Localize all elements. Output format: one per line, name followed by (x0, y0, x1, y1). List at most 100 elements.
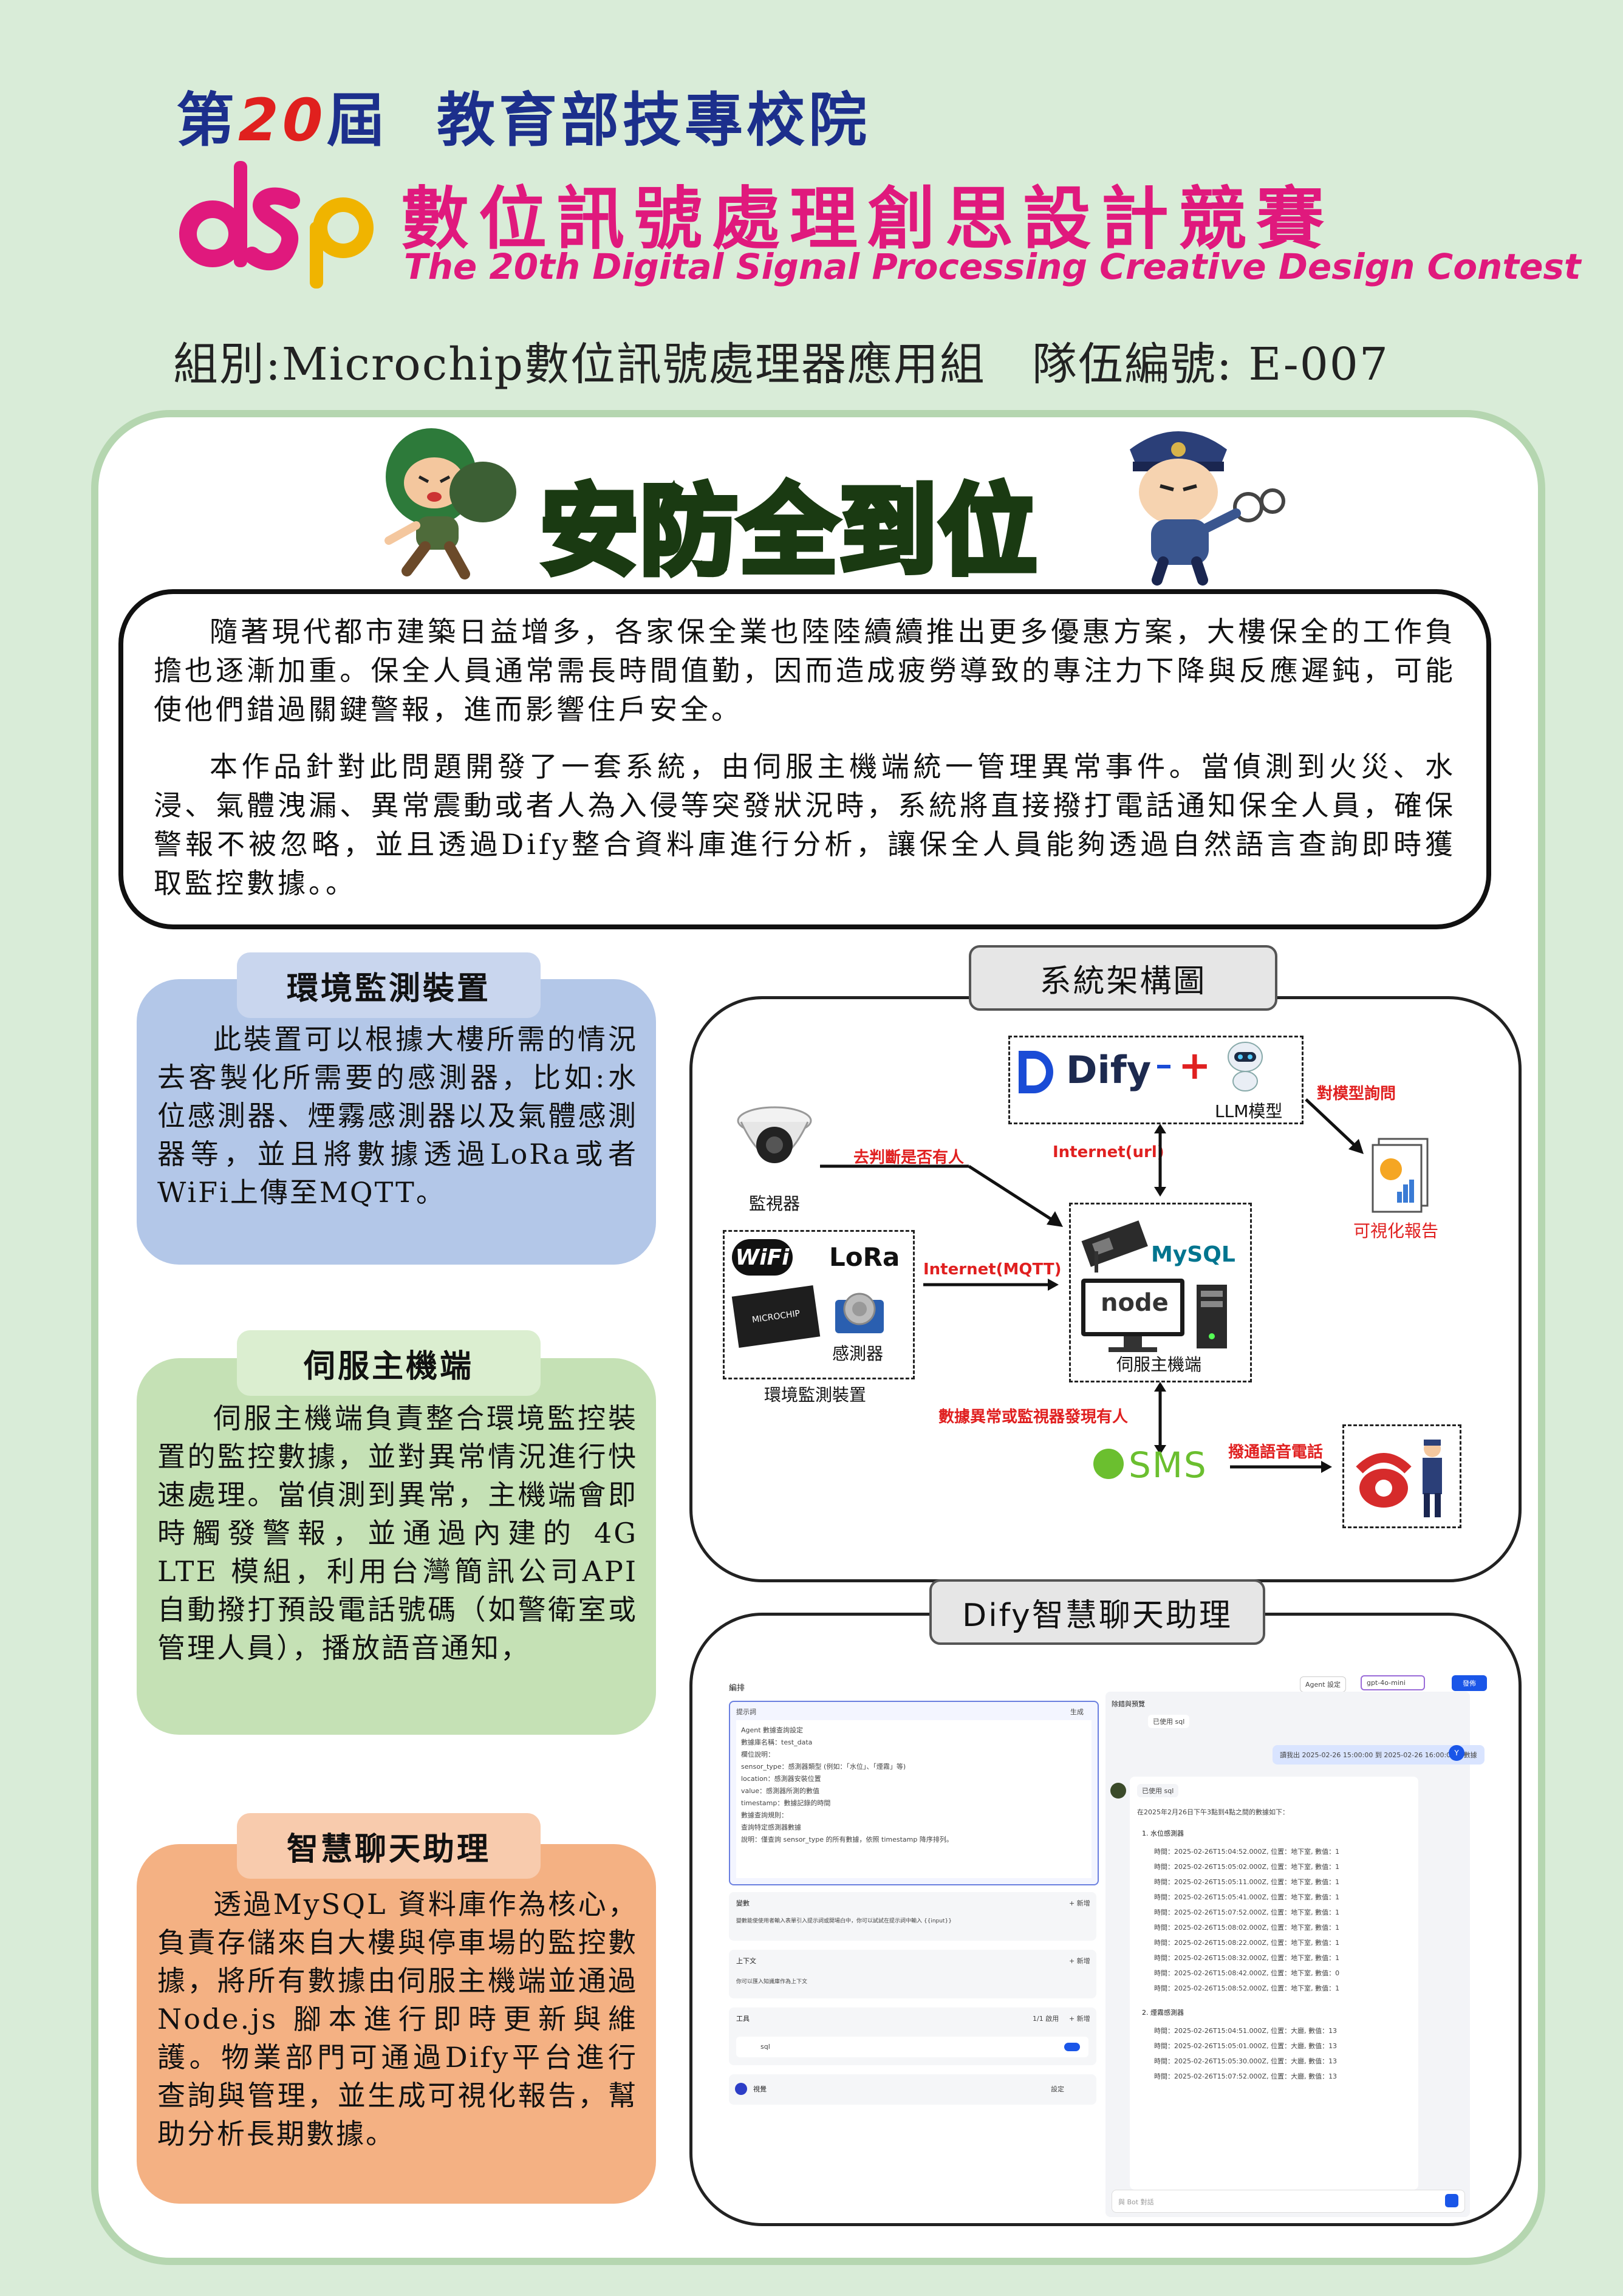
chat-assistant-screenshot: 編排 Agent 設定 gpt-4o-mini 發佈 提示詞 生成 Agent … (689, 1613, 1522, 2226)
water-data-row: 時間：2025-02-26T15:05:02.000Z, 位置：地下室, 數值：… (1154, 1863, 1340, 1871)
smoke-data-row: 時間：2025-02-26T15:05:30.000Z, 位置：大廳, 數值：1… (1154, 2057, 1338, 2065)
panel-chat-assistant: 透過MySQL 資料庫作為核心，負責存儲來自大樓與停車場的監控數據，將所有數據由… (137, 1844, 656, 2204)
tools-title: 工具 (736, 2015, 750, 2023)
architecture-title: 系統架構圖 (969, 945, 1277, 1011)
tool-item-sql[interactable]: sql (736, 2037, 1088, 2057)
variables-section: 變數 + 新增 變數能使使用者輸入表單引入提示詞或開場白中，你可以試試在提示詞中… (729, 1892, 1096, 1941)
bot-answer: 已使用 sql 在2025年2月26日下午3點到4點之間的數據如下： 1. 水位… (1130, 1777, 1418, 2190)
used-sql-badge[interactable]: 已使用 sql (1148, 1715, 1190, 1728)
variables-add-button[interactable]: + 新增 (1069, 1898, 1090, 1908)
prompt-line: 查詢特定感測器數據 (741, 1823, 801, 1831)
prompt-text-area[interactable]: Agent 數據查詢設定 數據庫名稱：test_data 欄位說明： senso… (736, 1720, 1092, 1878)
prompt-line: 數據查詢規則： (741, 1811, 788, 1819)
intro-paragraph-1: 隨著現代都市建築日益增多，各家保全業也陸陸續續推出更多優惠方案，大樓保全的工作負… (154, 615, 1456, 726)
tool-toggle[interactable] (1064, 2043, 1080, 2051)
water-data-row: 時間：2025-02-26T15:08:42.000Z, 位置：地下室, 數值：… (1154, 1969, 1340, 1977)
server-label: 伺服主機端 (1116, 1355, 1202, 1375)
prompt-line: location：感測器安裝位置 (741, 1775, 821, 1783)
phone-guard-icon (1356, 1440, 1442, 1517)
intro-paragraph-2: 本作品針對此問題開發了一套系統，由伺服主機端統一管理異常事件。當偵測到火災、水浸… (154, 750, 1456, 900)
water-data-row: 時間：2025-02-26T15:08:52.000Z, 位置：地下室, 數值：… (1154, 1984, 1340, 1992)
send-icon[interactable] (1445, 2194, 1458, 2207)
prompt-line: Agent 數據查詢設定 (741, 1726, 804, 1734)
prompt-line: timestamp：數據記錄的時間 (741, 1799, 831, 1807)
edition-suffix: 屆 (326, 86, 389, 154)
water-data-row: 時間：2025-02-26T15:07:52.000Z, 位置：地下室, 數值：… (1154, 1908, 1340, 1916)
dify-label: Dify (1066, 1048, 1152, 1092)
variables-title: 變數 (736, 1899, 750, 1907)
water-data-row: 時間：2025-02-26T15:05:41.000Z, 位置：地下室, 數值：… (1154, 1893, 1340, 1901)
camera-icon (737, 1106, 812, 1163)
env-device-label: 環境監測裝置 (764, 1385, 867, 1405)
agent-settings-button[interactable]: Agent 設定 (1300, 1676, 1347, 1692)
prompt-editor[interactable]: 提示詞 生成 Agent 數據查詢設定 數據庫名稱：test_data 欄位說明… (729, 1701, 1099, 1885)
smoke-data-row: 時間：2025-02-26T15:04:51.000Z, 位置：大廳, 數值：1… (1154, 2027, 1338, 2035)
context-section: 上下文 + 新增 你可以匯入知識庫作為上下文 (729, 1950, 1096, 1998)
call-arrow-icon (1230, 1461, 1332, 1473)
panel-chat-title: 智慧聊天助理 (237, 1813, 541, 1879)
answer-intro: 在2025年2月26日下午3點到4點之間的數據如下： (1137, 1808, 1289, 1816)
prompt-line: 數據庫名稱：test_data (741, 1738, 813, 1746)
prompt-title: 提示詞 (736, 1708, 756, 1716)
vision-icon (735, 2083, 747, 2095)
panel-environment-text: 此裝置可以根據大樓所需的情況去客製化所需要的感測器，比如:水位感測器、煙霧感測器… (157, 1023, 638, 1209)
panel-chat-text: 透過MySQL 資料庫作為核心，負責存儲來自大樓與停車場的監控數據，將所有數據由… (157, 1888, 638, 2150)
camera-label: 監視器 (749, 1194, 801, 1214)
prompt-line: sensor_type：感測器類型 (例如：「水位」、「煙霧」等) (741, 1763, 906, 1771)
plus-sign: + (1178, 1044, 1211, 1088)
context-add-button[interactable]: + 新增 (1069, 1956, 1090, 1966)
tools-add-button[interactable]: + 新增 (1069, 2014, 1090, 2023)
camera-to-server-arrow-icon (820, 1164, 1063, 1227)
debug-preview-panel: 除錯與預覽 已使用 sql 讀我出 2025-02-26 15:00:00 到 … (1105, 1692, 1485, 2217)
vision-settings-button[interactable]: 設定 (1051, 2084, 1064, 2094)
water-data-row: 時間：2025-02-26T15:08:02.000Z, 位置：地下室, 數值：… (1154, 1924, 1340, 1932)
answer-section-water: 1. 水位感測器 (1142, 1830, 1184, 1837)
sms-logo-icon (1093, 1449, 1124, 1479)
tools-section: 工具 1/1 啟用 + 新增 sql (729, 2007, 1096, 2065)
debug-title: 除錯與預覽 (1112, 1700, 1145, 1708)
server-tower-icon (1197, 1285, 1227, 1348)
dsp-logo (179, 161, 374, 289)
wifi-logo: WiFi (732, 1239, 793, 1276)
mqtt-arrow-icon (923, 1279, 1059, 1291)
panel-server-text: 伺服主機端負責整合環境監控裝置的監控數據，並對異常情況進行快速處理。當偵測到異常… (157, 1402, 638, 1664)
mysql-logo: MySQL (1151, 1242, 1235, 1267)
group-and-team-number: 組別:Microchip數位訊號處理器應用組 隊伍編號: E-007 (173, 338, 1389, 391)
chat-input[interactable]: 與 Bot 對話 (1112, 2190, 1465, 2213)
robot-icon (1228, 1042, 1263, 1092)
edition-heading: 第20屆 教育部技專校院 (176, 73, 870, 157)
nodejs-logo: node (1101, 1289, 1169, 1317)
variables-description: 變數能使使用者輸入表單引入提示詞或開場白中，你可以試試在提示詞中輸入 {{inp… (736, 1918, 952, 1924)
smoke-data-row: 時間：2025-02-26T15:05:01.000Z, 位置：大廳, 數值：1… (1154, 2042, 1338, 2050)
contest-title-en: The 20th Digital Signal Processing Creat… (404, 246, 1581, 287)
tools-enabled-count: 1/1 啟用 (1033, 2015, 1059, 2023)
visual-report-label: 可視化報告 (1353, 1221, 1439, 1241)
sms-label: SMS (1129, 1444, 1208, 1486)
llm-model-label: LLM模型 (1215, 1101, 1283, 1121)
introduction-box: 隨著現代都市建築日益增多，各家保全業也陸陸續續推出更多優惠方案，大樓保全的工作負… (118, 589, 1491, 929)
chat-input-placeholder: 與 Bot 對話 (1118, 2198, 1154, 2206)
vision-section: 視覺 設定 (729, 2074, 1096, 2105)
report-icon (1372, 1138, 1429, 1213)
smoke-data-row: 時間：2025-02-26T15:07:52.000Z, 位置：大廳, 數值：1… (1154, 2072, 1338, 2080)
query-arrow-icon (1305, 1098, 1364, 1154)
prompt-line: 說明：僅查詢 sensor_type 的所有數據，依照 timestamp 降序… (741, 1836, 953, 1843)
panel-environment-monitor: 此裝置可以根據大樓所需的情況去客製化所需要的感測器，比如:水位感測器、煙霧感測器… (137, 979, 656, 1265)
panel-server-title: 伺服主機端 (237, 1330, 541, 1396)
sensor-icon (835, 1293, 884, 1333)
model-selector[interactable]: gpt-4o-mini (1361, 1675, 1425, 1690)
prompt-line: 欄位說明： (741, 1751, 774, 1758)
sensor-label: 感測器 (832, 1344, 884, 1364)
panel-environment-title: 環境監測裝置 (237, 952, 541, 1018)
prompt-line: value：感測器所測的數值 (741, 1787, 820, 1795)
tool-name: sql (760, 2043, 770, 2051)
context-title: 上下文 (736, 1957, 756, 1965)
dify-underscore (1157, 1065, 1170, 1068)
prompt-generate-button[interactable]: 生成 (1070, 1707, 1084, 1717)
answer-section-smoke: 2. 煙霧感測器 (1142, 2009, 1184, 2017)
used-sql-badge[interactable]: 已使用 sql (1137, 1784, 1179, 1797)
alert-condition-label: 數據異常或監視器發現有人 (938, 1408, 1129, 1426)
user-avatar: Y (1449, 1745, 1464, 1761)
context-description: 你可以匯入知識庫作為上下文 (736, 1979, 808, 1985)
publish-button[interactable]: 發佈 (1452, 1675, 1487, 1691)
